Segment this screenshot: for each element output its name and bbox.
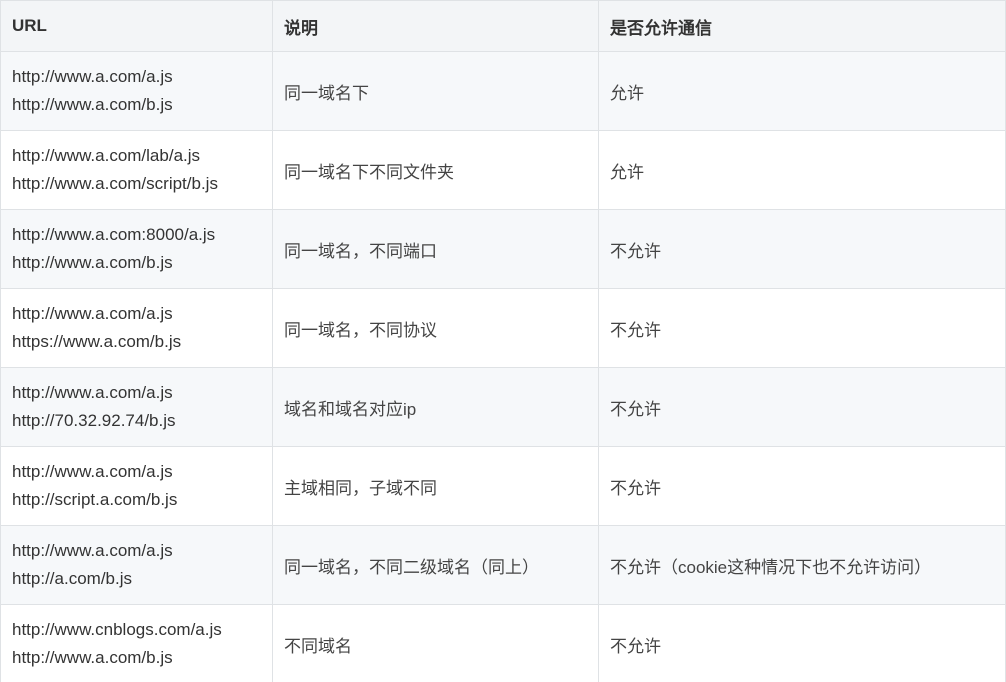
allowed-cell: 不允许 bbox=[598, 604, 1006, 682]
description-cell: 同一域名，不同二级域名（同上） bbox=[272, 525, 599, 605]
url-second: http://www.a.com/b.js bbox=[12, 648, 173, 667]
url-first: http://www.a.com/a.js bbox=[12, 67, 173, 86]
allowed-cell: 不允许 bbox=[598, 446, 1006, 526]
description-cell: 同一域名，不同协议 bbox=[272, 288, 599, 368]
url-second: http://www.a.com/b.js bbox=[12, 95, 173, 114]
table-row: http://www.a.com/lab/a.js http://www.a.c… bbox=[0, 130, 1006, 210]
url-second: http://www.a.com/b.js bbox=[12, 253, 173, 272]
url-first: http://www.a.com/a.js bbox=[12, 462, 173, 481]
header-description: 说明 bbox=[272, 0, 599, 52]
table-row: http://www.a.com/a.js https://www.a.com/… bbox=[0, 288, 1006, 368]
url-cell: http://www.a.com/a.js http://script.a.co… bbox=[0, 446, 273, 526]
table-row: http://www.a.com/a.js http://a.com/b.js … bbox=[0, 525, 1006, 605]
description-cell: 同一域名下 bbox=[272, 51, 599, 131]
url-first: http://www.a.com/a.js bbox=[12, 304, 173, 323]
url-cell: http://www.a.com/a.js http://70.32.92.74… bbox=[0, 367, 273, 447]
url-cell: http://www.a.com/lab/a.js http://www.a.c… bbox=[0, 130, 273, 210]
description-cell: 同一域名下不同文件夹 bbox=[272, 130, 599, 210]
url-cell: http://www.cnblogs.com/a.js http://www.a… bbox=[0, 604, 273, 682]
url-first: http://www.a.com:8000/a.js bbox=[12, 225, 216, 244]
url-first: http://www.a.com/lab/a.js bbox=[12, 146, 201, 165]
url-cell: http://www.a.com/a.js https://www.a.com/… bbox=[0, 288, 273, 368]
table-row: http://www.a.com/a.js http://70.32.92.74… bbox=[0, 367, 1006, 447]
table-body: http://www.a.com/a.js http://www.a.com/b… bbox=[0, 51, 1006, 682]
url-first: http://www.a.com/a.js bbox=[12, 541, 173, 560]
url-second: https://www.a.com/b.js bbox=[12, 332, 182, 351]
description-cell: 主域相同，子域不同 bbox=[272, 446, 599, 526]
same-origin-table: URL 说明 是否允许通信 http://www.a.com/a.js http… bbox=[0, 0, 1006, 682]
header-url: URL bbox=[0, 0, 273, 52]
table-header: URL 说明 是否允许通信 bbox=[0, 0, 1006, 52]
url-second: http://script.a.com/b.js bbox=[12, 490, 178, 509]
header-row: URL 说明 是否允许通信 bbox=[0, 0, 1006, 52]
url-cell: http://www.a.com/a.js http://a.com/b.js bbox=[0, 525, 273, 605]
allowed-cell: 不允许 bbox=[598, 288, 1006, 368]
url-cell: http://www.a.com/a.js http://www.a.com/b… bbox=[0, 51, 273, 131]
description-cell: 不同域名 bbox=[272, 604, 599, 682]
url-cell: http://www.a.com:8000/a.js http://www.a.… bbox=[0, 209, 273, 289]
table-row: http://www.a.com:8000/a.js http://www.a.… bbox=[0, 209, 1006, 289]
url-first: http://www.cnblogs.com/a.js bbox=[12, 620, 222, 639]
table-row: http://www.a.com/a.js http://script.a.co… bbox=[0, 446, 1006, 526]
table-row: http://www.a.com/a.js http://www.a.com/b… bbox=[0, 51, 1006, 131]
url-second: http://www.a.com/script/b.js bbox=[12, 174, 218, 193]
header-allowed: 是否允许通信 bbox=[598, 0, 1006, 52]
description-cell: 同一域名，不同端口 bbox=[272, 209, 599, 289]
description-cell: 域名和域名对应ip bbox=[272, 367, 599, 447]
allowed-cell: 不允许（cookie这种情况下也不允许访问） bbox=[598, 525, 1006, 605]
table-row: http://www.cnblogs.com/a.js http://www.a… bbox=[0, 604, 1006, 682]
url-second: http://a.com/b.js bbox=[12, 569, 132, 588]
url-second: http://70.32.92.74/b.js bbox=[12, 411, 176, 430]
allowed-cell: 允许 bbox=[598, 130, 1006, 210]
allowed-cell: 不允许 bbox=[598, 367, 1006, 447]
allowed-cell: 允许 bbox=[598, 51, 1006, 131]
allowed-cell: 不允许 bbox=[598, 209, 1006, 289]
url-first: http://www.a.com/a.js bbox=[12, 383, 173, 402]
